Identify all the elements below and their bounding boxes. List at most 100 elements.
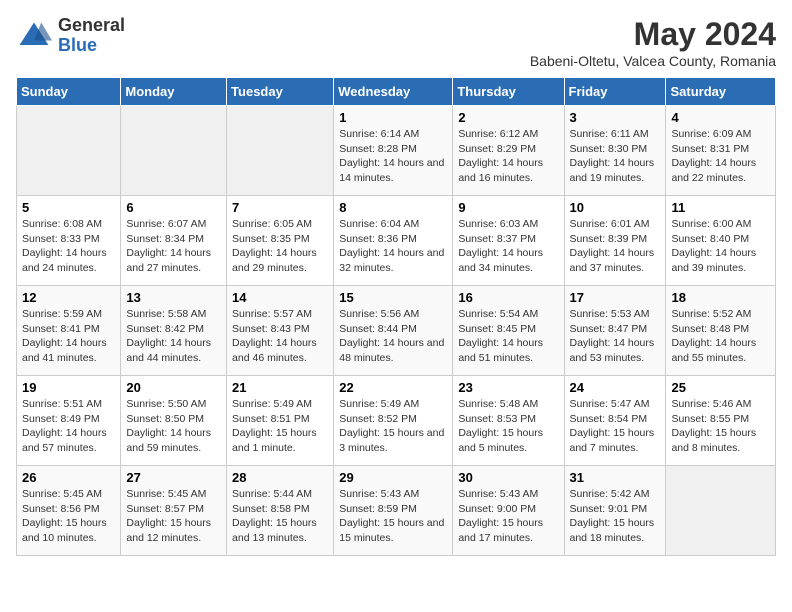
- day-number: 10: [570, 200, 661, 215]
- header-day-sunday: Sunday: [17, 78, 121, 106]
- calendar-cell: 31 Sunrise: 5:42 AMSunset: 9:01 PMDaylig…: [564, 466, 666, 556]
- header-day-monday: Monday: [121, 78, 227, 106]
- header-day-friday: Friday: [564, 78, 666, 106]
- day-number: 27: [126, 470, 221, 485]
- calendar-cell: 8 Sunrise: 6:04 AMSunset: 8:36 PMDayligh…: [334, 196, 453, 286]
- day-info: Sunrise: 6:00 AMSunset: 8:40 PMDaylight:…: [671, 217, 770, 276]
- day-info: Sunrise: 5:57 AMSunset: 8:43 PMDaylight:…: [232, 307, 328, 366]
- day-number: 28: [232, 470, 328, 485]
- day-info: Sunrise: 5:53 AMSunset: 8:47 PMDaylight:…: [570, 307, 661, 366]
- calendar-cell: 29 Sunrise: 5:43 AMSunset: 8:59 PMDaylig…: [334, 466, 453, 556]
- logo-text: General Blue: [58, 16, 125, 56]
- title-block: May 2024 Babeni-Oltetu, Valcea County, R…: [530, 16, 776, 69]
- calendar-cell: 22 Sunrise: 5:49 AMSunset: 8:52 PMDaylig…: [334, 376, 453, 466]
- day-number: 8: [339, 200, 447, 215]
- calendar-cell: 13 Sunrise: 5:58 AMSunset: 8:42 PMDaylig…: [121, 286, 227, 376]
- day-info: Sunrise: 6:12 AMSunset: 8:29 PMDaylight:…: [458, 127, 558, 186]
- day-number: 4: [671, 110, 770, 125]
- day-info: Sunrise: 5:50 AMSunset: 8:50 PMDaylight:…: [126, 397, 221, 456]
- logo: General Blue: [16, 16, 125, 56]
- day-number: 23: [458, 380, 558, 395]
- day-number: 25: [671, 380, 770, 395]
- header-day-thursday: Thursday: [453, 78, 564, 106]
- calendar-cell: 15 Sunrise: 5:56 AMSunset: 8:44 PMDaylig…: [334, 286, 453, 376]
- day-number: 17: [570, 290, 661, 305]
- calendar-cell: 10 Sunrise: 6:01 AMSunset: 8:39 PMDaylig…: [564, 196, 666, 286]
- day-number: 1: [339, 110, 447, 125]
- calendar-cell: [17, 106, 121, 196]
- day-info: Sunrise: 6:09 AMSunset: 8:31 PMDaylight:…: [671, 127, 770, 186]
- calendar-cell: 2 Sunrise: 6:12 AMSunset: 8:29 PMDayligh…: [453, 106, 564, 196]
- day-number: 21: [232, 380, 328, 395]
- day-number: 19: [22, 380, 115, 395]
- day-number: 3: [570, 110, 661, 125]
- calendar-cell: 25 Sunrise: 5:46 AMSunset: 8:55 PMDaylig…: [666, 376, 776, 466]
- day-info: Sunrise: 5:58 AMSunset: 8:42 PMDaylight:…: [126, 307, 221, 366]
- day-info: Sunrise: 5:54 AMSunset: 8:45 PMDaylight:…: [458, 307, 558, 366]
- subtitle: Babeni-Oltetu, Valcea County, Romania: [530, 53, 776, 69]
- day-info: Sunrise: 5:52 AMSunset: 8:48 PMDaylight:…: [671, 307, 770, 366]
- day-info: Sunrise: 5:48 AMSunset: 8:53 PMDaylight:…: [458, 397, 558, 456]
- day-info: Sunrise: 5:49 AMSunset: 8:52 PMDaylight:…: [339, 397, 447, 456]
- calendar-cell: 24 Sunrise: 5:47 AMSunset: 8:54 PMDaylig…: [564, 376, 666, 466]
- day-number: 15: [339, 290, 447, 305]
- day-number: 30: [458, 470, 558, 485]
- calendar-cell: [121, 106, 227, 196]
- week-row-3: 12 Sunrise: 5:59 AMSunset: 8:41 PMDaylig…: [17, 286, 776, 376]
- week-row-1: 1 Sunrise: 6:14 AMSunset: 8:28 PMDayligh…: [17, 106, 776, 196]
- day-number: 11: [671, 200, 770, 215]
- calendar-cell: 16 Sunrise: 5:54 AMSunset: 8:45 PMDaylig…: [453, 286, 564, 376]
- week-row-2: 5 Sunrise: 6:08 AMSunset: 8:33 PMDayligh…: [17, 196, 776, 286]
- day-info: Sunrise: 5:47 AMSunset: 8:54 PMDaylight:…: [570, 397, 661, 456]
- calendar-cell: 12 Sunrise: 5:59 AMSunset: 8:41 PMDaylig…: [17, 286, 121, 376]
- calendar-cell: 6 Sunrise: 6:07 AMSunset: 8:34 PMDayligh…: [121, 196, 227, 286]
- day-info: Sunrise: 5:46 AMSunset: 8:55 PMDaylight:…: [671, 397, 770, 456]
- day-info: Sunrise: 5:49 AMSunset: 8:51 PMDaylight:…: [232, 397, 328, 456]
- day-number: 29: [339, 470, 447, 485]
- day-number: 5: [22, 200, 115, 215]
- day-info: Sunrise: 5:45 AMSunset: 8:56 PMDaylight:…: [22, 487, 115, 546]
- header-day-wednesday: Wednesday: [334, 78, 453, 106]
- day-number: 14: [232, 290, 328, 305]
- calendar-cell: 21 Sunrise: 5:49 AMSunset: 8:51 PMDaylig…: [227, 376, 334, 466]
- day-number: 22: [339, 380, 447, 395]
- day-info: Sunrise: 6:14 AMSunset: 8:28 PMDaylight:…: [339, 127, 447, 186]
- day-info: Sunrise: 5:45 AMSunset: 8:57 PMDaylight:…: [126, 487, 221, 546]
- day-number: 7: [232, 200, 328, 215]
- main-title: May 2024: [530, 16, 776, 53]
- logo-blue-text: Blue: [58, 36, 125, 56]
- header-row: SundayMondayTuesdayWednesdayThursdayFrid…: [17, 78, 776, 106]
- header-day-tuesday: Tuesday: [227, 78, 334, 106]
- day-number: 9: [458, 200, 558, 215]
- calendar-table: SundayMondayTuesdayWednesdayThursdayFrid…: [16, 77, 776, 556]
- calendar-cell: 4 Sunrise: 6:09 AMSunset: 8:31 PMDayligh…: [666, 106, 776, 196]
- calendar-cell: 18 Sunrise: 5:52 AMSunset: 8:48 PMDaylig…: [666, 286, 776, 376]
- logo-icon: [16, 18, 52, 54]
- calendar-cell: 1 Sunrise: 6:14 AMSunset: 8:28 PMDayligh…: [334, 106, 453, 196]
- day-info: Sunrise: 5:42 AMSunset: 9:01 PMDaylight:…: [570, 487, 661, 546]
- calendar-cell: [227, 106, 334, 196]
- day-info: Sunrise: 5:56 AMSunset: 8:44 PMDaylight:…: [339, 307, 447, 366]
- day-info: Sunrise: 6:01 AMSunset: 8:39 PMDaylight:…: [570, 217, 661, 276]
- day-info: Sunrise: 6:04 AMSunset: 8:36 PMDaylight:…: [339, 217, 447, 276]
- week-row-4: 19 Sunrise: 5:51 AMSunset: 8:49 PMDaylig…: [17, 376, 776, 466]
- calendar-cell: 14 Sunrise: 5:57 AMSunset: 8:43 PMDaylig…: [227, 286, 334, 376]
- day-number: 24: [570, 380, 661, 395]
- calendar-cell: 26 Sunrise: 5:45 AMSunset: 8:56 PMDaylig…: [17, 466, 121, 556]
- day-number: 16: [458, 290, 558, 305]
- calendar-cell: [666, 466, 776, 556]
- day-info: Sunrise: 5:51 AMSunset: 8:49 PMDaylight:…: [22, 397, 115, 456]
- calendar-cell: 19 Sunrise: 5:51 AMSunset: 8:49 PMDaylig…: [17, 376, 121, 466]
- day-number: 12: [22, 290, 115, 305]
- day-number: 13: [126, 290, 221, 305]
- day-number: 20: [126, 380, 221, 395]
- day-info: Sunrise: 5:59 AMSunset: 8:41 PMDaylight:…: [22, 307, 115, 366]
- calendar-cell: 23 Sunrise: 5:48 AMSunset: 8:53 PMDaylig…: [453, 376, 564, 466]
- calendar-cell: 5 Sunrise: 6:08 AMSunset: 8:33 PMDayligh…: [17, 196, 121, 286]
- day-info: Sunrise: 6:03 AMSunset: 8:37 PMDaylight:…: [458, 217, 558, 276]
- day-info: Sunrise: 6:08 AMSunset: 8:33 PMDaylight:…: [22, 217, 115, 276]
- calendar-cell: 20 Sunrise: 5:50 AMSunset: 8:50 PMDaylig…: [121, 376, 227, 466]
- day-info: Sunrise: 6:11 AMSunset: 8:30 PMDaylight:…: [570, 127, 661, 186]
- day-number: 2: [458, 110, 558, 125]
- day-number: 18: [671, 290, 770, 305]
